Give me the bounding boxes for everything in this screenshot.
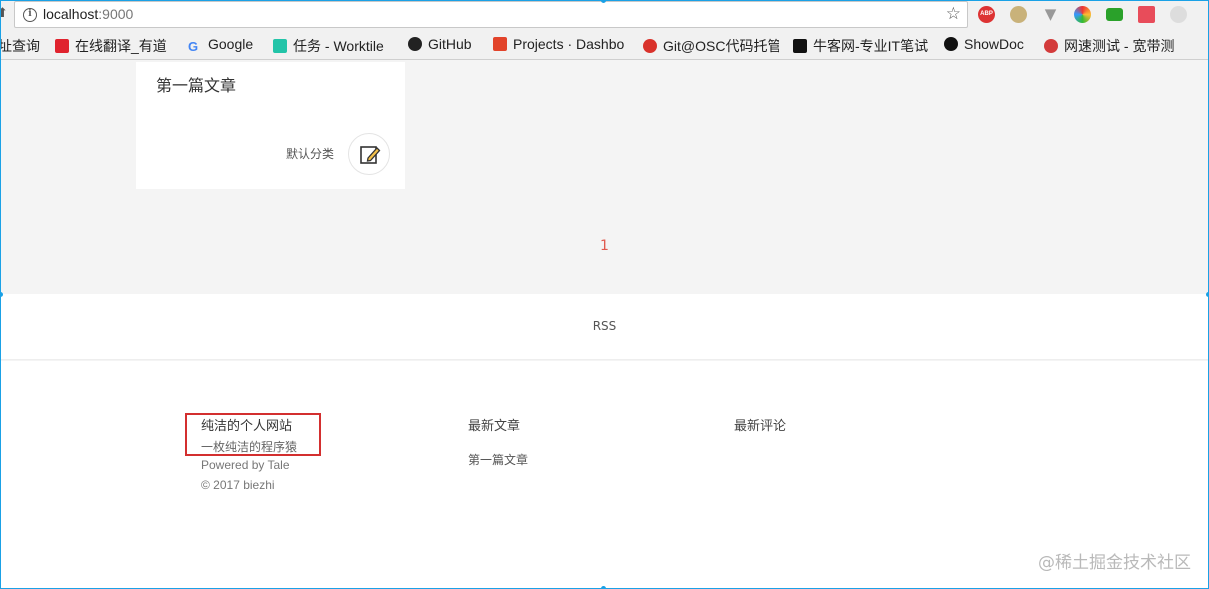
showdoc-icon <box>944 37 958 51</box>
extension-circle-icon[interactable] <box>1010 6 1027 23</box>
bookmark-label: ShowDoc <box>964 36 1024 52</box>
bookmark-label: 网速测试 - 宽带测 <box>1064 38 1175 54</box>
gitosc-icon <box>643 39 657 53</box>
rss-link[interactable]: RSS <box>0 319 1209 333</box>
worktile-icon <box>273 39 287 53</box>
bookmark-item[interactable]: 牛客网-专业IT笔试 <box>793 36 931 54</box>
post-card[interactable]: 第一篇文章 默认分类 <box>136 62 405 189</box>
browser-toolbar: ⬆ i localhost:9000 ☆ ABP ▼ <box>0 0 1209 30</box>
powered-by[interactable]: Powered by Tale <box>201 458 290 472</box>
edit-icon <box>360 146 381 164</box>
bookmark-label: GitHub <box>428 36 472 52</box>
rss-bar: RSS <box>0 294 1209 360</box>
pagination-current[interactable]: 1 <box>0 238 1209 254</box>
bookmark-star-icon[interactable]: ☆ <box>946 4 961 24</box>
url-text[interactable]: localhost:9000 <box>43 6 133 22</box>
site-description: 一枚纯洁的程序猿 <box>201 440 298 454</box>
latest-posts-heading: 最新文章 <box>468 419 521 434</box>
post-title[interactable]: 第一篇文章 <box>156 72 236 96</box>
bookmarks-bar: 址查询 在线翻译_有道 G Google 任务 - Worktile GitHub… <box>0 30 1209 60</box>
tv-icon[interactable] <box>1106 8 1123 21</box>
post-category[interactable]: 默认分类 <box>286 145 334 162</box>
watermark: @稀土掘金技术社区 <box>1038 553 1191 573</box>
bookmark-item[interactable]: 址查询 <box>0 36 42 54</box>
edit-post-button[interactable] <box>348 133 390 175</box>
bookmark-item[interactable]: ShowDoc <box>944 36 1034 54</box>
speed-icon[interactable] <box>1074 6 1091 23</box>
vue-devtools-icon[interactable]: ▼ <box>1042 6 1059 23</box>
latest-post-link[interactable]: 第一篇文章 <box>468 451 528 468</box>
nowcoder-icon <box>793 39 807 53</box>
bookmark-label: 任务 - Worktile <box>293 38 384 54</box>
bookmark-item[interactable]: Git@OSC代码托管 <box>643 36 779 54</box>
bookmark-item[interactable]: Projects · Dashbo <box>493 36 631 54</box>
gitlab-icon <box>493 37 507 51</box>
bookmark-label: 址查询 <box>0 38 40 54</box>
bookmark-label: Projects · Dashbo <box>513 36 625 52</box>
youdao-icon <box>55 39 69 53</box>
bookmark-item[interactable]: 网速测试 - 宽带测 <box>1044 36 1209 54</box>
address-bar[interactable]: i localhost:9000 ☆ <box>14 1 968 28</box>
bookmark-item[interactable]: G Google <box>188 36 263 54</box>
google-icon: G <box>188 39 199 54</box>
latest-comments-heading: 最新评论 <box>734 419 787 434</box>
bookmark-item[interactable]: 在线翻译_有道 <box>55 36 178 54</box>
bookmark-item[interactable]: 任务 - Worktile <box>273 36 398 54</box>
bookmark-label: Google <box>208 36 254 52</box>
github-icon <box>408 37 422 51</box>
copyright: © 2017 biezhi <box>201 478 275 492</box>
bookmark-label: 在线翻译_有道 <box>75 38 167 54</box>
bookmark-label: Git@OSC代码托管 <box>663 38 779 54</box>
speedtest-icon <box>1044 39 1058 53</box>
bookmark-item[interactable]: GitHub <box>408 36 484 54</box>
info-icon[interactable]: i <box>23 8 37 22</box>
extension-gray-icon[interactable] <box>1170 6 1187 23</box>
adblock-icon[interactable]: ABP <box>978 6 995 23</box>
back-button-icon[interactable]: ⬆ <box>0 6 8 21</box>
footer: 纯洁的个人网站 一枚纯洁的程序猿 Powered by Tale © 2017 … <box>0 361 1209 589</box>
flag-icon[interactable] <box>1138 6 1155 23</box>
site-title: 纯洁的个人网站 <box>201 419 293 434</box>
bookmark-label: 牛客网-专业IT笔试 <box>813 38 929 54</box>
